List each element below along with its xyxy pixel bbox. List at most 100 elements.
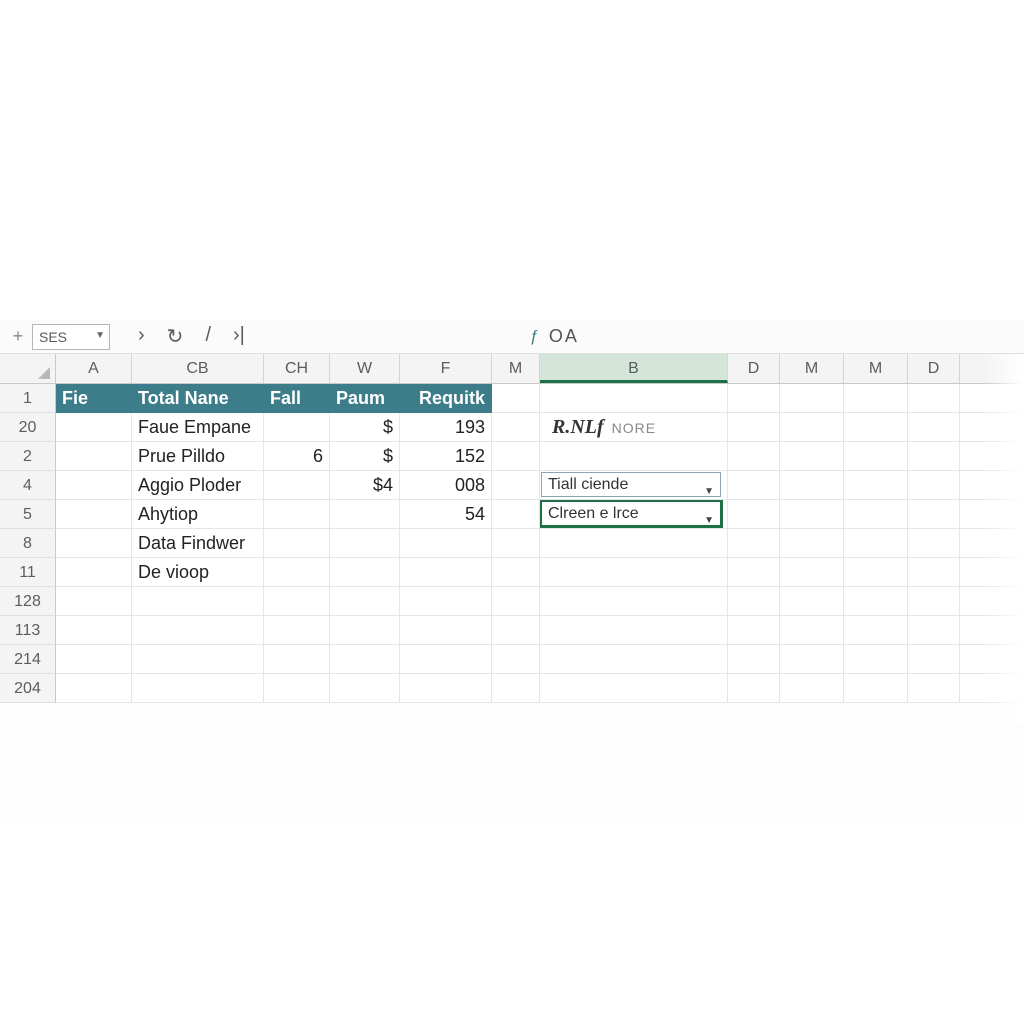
row-header[interactable]: 8 [0, 529, 56, 558]
cell[interactable] [56, 500, 132, 529]
cell[interactable] [728, 384, 780, 413]
col-header-CH[interactable]: CH [264, 354, 330, 383]
cell[interactable] [908, 471, 960, 500]
add-sheet-icon[interactable]: + [4, 326, 32, 347]
row-header[interactable]: 204 [0, 674, 56, 703]
cell[interactable] [540, 529, 728, 558]
cell[interactable] [56, 674, 132, 703]
cell[interactable] [780, 442, 844, 471]
cell[interactable] [56, 645, 132, 674]
row-header[interactable]: 5 [0, 500, 56, 529]
dropdown-2[interactable]: Clreen e lrce ▼ [541, 501, 721, 526]
cell[interactable] [492, 558, 540, 587]
cell[interactable] [264, 471, 330, 500]
row-header[interactable]: 214 [0, 645, 56, 674]
cell[interactable] [330, 645, 400, 674]
nav-refresh-icon[interactable]: ↻ [167, 324, 184, 349]
nav-prev-icon[interactable]: › [138, 324, 145, 349]
cell[interactable] [56, 413, 132, 442]
cell[interactable] [960, 645, 1024, 674]
cell[interactable] [56, 471, 132, 500]
cell[interactable]: 6 [264, 442, 330, 471]
cell[interactable] [908, 645, 960, 674]
cell[interactable] [780, 558, 844, 587]
cell[interactable] [960, 471, 1024, 500]
cell[interactable] [728, 471, 780, 500]
cell[interactable] [728, 558, 780, 587]
col-header-A[interactable]: A [56, 354, 132, 383]
cell[interactable] [960, 384, 1024, 413]
cell[interactable] [844, 616, 908, 645]
cell[interactable] [780, 384, 844, 413]
row-header[interactable]: 128 [0, 587, 56, 616]
cell[interactable] [780, 529, 844, 558]
select-all-triangle[interactable] [0, 354, 56, 384]
cell[interactable] [540, 558, 728, 587]
cell[interactable] [728, 529, 780, 558]
cell[interactable] [264, 529, 330, 558]
cell[interactable] [540, 616, 728, 645]
cell[interactable] [780, 587, 844, 616]
cell[interactable]: 152 [400, 442, 492, 471]
cell[interactable]: Fall [264, 384, 330, 413]
chevron-down-icon[interactable]: ▼ [95, 330, 105, 341]
cell[interactable] [56, 616, 132, 645]
cell[interactable] [960, 587, 1024, 616]
cell[interactable] [492, 529, 540, 558]
cell[interactable] [728, 413, 780, 442]
cell[interactable]: Paum [330, 384, 400, 413]
cell[interactable] [540, 442, 728, 471]
dropdown-2-cell[interactable]: Clreen e lrce ▼ [540, 500, 728, 529]
cell[interactable] [844, 384, 908, 413]
cell[interactable] [844, 587, 908, 616]
cell[interactable] [728, 500, 780, 529]
cell[interactable] [728, 616, 780, 645]
cell[interactable] [908, 616, 960, 645]
cell[interactable] [540, 384, 728, 413]
cell[interactable] [780, 674, 844, 703]
cell[interactable] [400, 587, 492, 616]
cell[interactable] [264, 616, 330, 645]
col-header-D2[interactable]: D [908, 354, 960, 383]
cell[interactable] [330, 674, 400, 703]
cell[interactable]: 008 [400, 471, 492, 500]
cell[interactable] [56, 558, 132, 587]
cell[interactable] [492, 674, 540, 703]
cell[interactable] [132, 674, 264, 703]
cell[interactable] [728, 587, 780, 616]
cell[interactable] [908, 674, 960, 703]
cell[interactable] [780, 645, 844, 674]
cell[interactable] [960, 674, 1024, 703]
cell[interactable] [492, 442, 540, 471]
cell[interactable] [908, 384, 960, 413]
cell[interactable]: $ [330, 442, 400, 471]
cell[interactable] [492, 616, 540, 645]
cell[interactable] [844, 471, 908, 500]
col-header-M3[interactable]: M [844, 354, 908, 383]
cell[interactable]: Faue Empane [132, 413, 264, 442]
cell[interactable] [960, 442, 1024, 471]
row-header[interactable]: 2 [0, 442, 56, 471]
cell[interactable] [264, 500, 330, 529]
cell[interactable] [540, 645, 728, 674]
cell[interactable] [132, 587, 264, 616]
cell[interactable] [492, 471, 540, 500]
cell[interactable]: Total Nane [132, 384, 264, 413]
cell[interactable] [960, 558, 1024, 587]
cell[interactable] [728, 645, 780, 674]
row-header[interactable]: 11 [0, 558, 56, 587]
cell[interactable] [264, 413, 330, 442]
cell[interactable]: Fie [56, 384, 132, 413]
chevron-down-icon[interactable]: ▼ [704, 479, 714, 500]
cell[interactable]: $ [330, 413, 400, 442]
cell[interactable] [264, 645, 330, 674]
cell[interactable] [908, 587, 960, 616]
cell[interactable] [780, 500, 844, 529]
cell[interactable] [908, 529, 960, 558]
cell[interactable] [400, 529, 492, 558]
row-header[interactable]: 1 [0, 384, 56, 413]
cell[interactable] [728, 674, 780, 703]
cell[interactable]: Data Findwer [132, 529, 264, 558]
cell[interactable] [960, 413, 1024, 442]
cell[interactable] [330, 500, 400, 529]
